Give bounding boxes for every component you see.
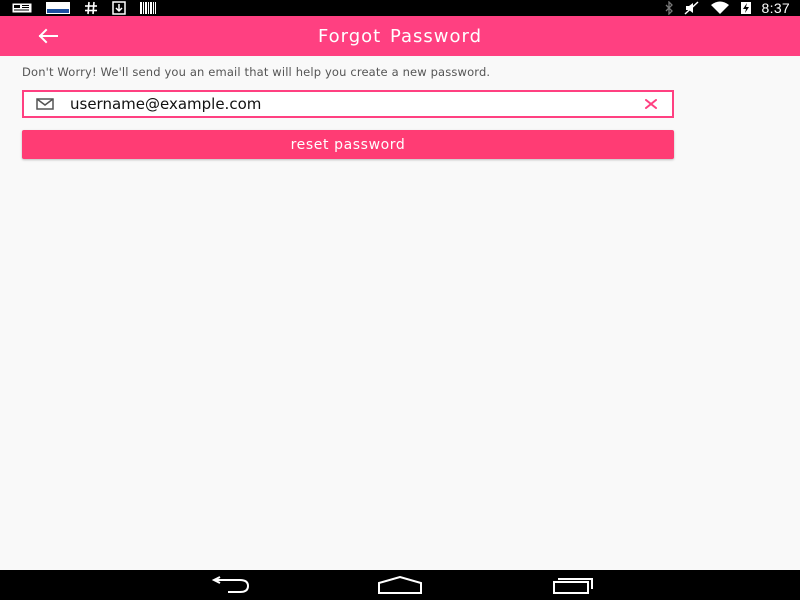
clear-icon[interactable]: [636, 92, 666, 116]
email-field[interactable]: [22, 90, 674, 118]
forgot-password-form: Don't Worry! We'll send you an email tha…: [22, 56, 674, 159]
bluetooth-icon: [664, 1, 674, 15]
mute-icon: [684, 1, 700, 15]
news-app-icon: [46, 1, 70, 15]
home-nav-icon: [378, 576, 422, 594]
mail-icon: [34, 98, 56, 110]
home-nav-button[interactable]: [370, 570, 430, 600]
barcode-icon: [140, 1, 156, 15]
app-bar: Forgot Password: [0, 16, 800, 56]
arrow-back-icon: [38, 28, 58, 44]
back-nav-button[interactable]: [199, 570, 259, 600]
screen: 8:37 Forgot Password Don't Worry! We'll …: [0, 0, 800, 600]
reset-password-button[interactable]: reset password: [22, 130, 674, 159]
navigation-bar: [0, 570, 800, 600]
back-button[interactable]: [30, 16, 66, 56]
back-nav-icon: [211, 576, 250, 593]
status-bar-right: 8:37: [664, 0, 800, 16]
email-input[interactable]: [70, 93, 636, 115]
status-time: 8:37: [761, 0, 790, 16]
wifi-icon: [710, 1, 730, 15]
recents-nav-button[interactable]: [541, 570, 601, 600]
status-bar: 8:37: [0, 0, 800, 16]
status-bar-left: [0, 0, 156, 16]
notification-card-icon: [12, 1, 32, 15]
page-title: Forgot Password: [317, 25, 483, 47]
battery-charging-icon: [740, 1, 752, 15]
recents-nav-icon: [553, 578, 593, 594]
download-icon: [112, 1, 126, 15]
info-text: Don't Worry! We'll send you an email tha…: [22, 65, 491, 79]
hash-icon: [84, 1, 98, 15]
